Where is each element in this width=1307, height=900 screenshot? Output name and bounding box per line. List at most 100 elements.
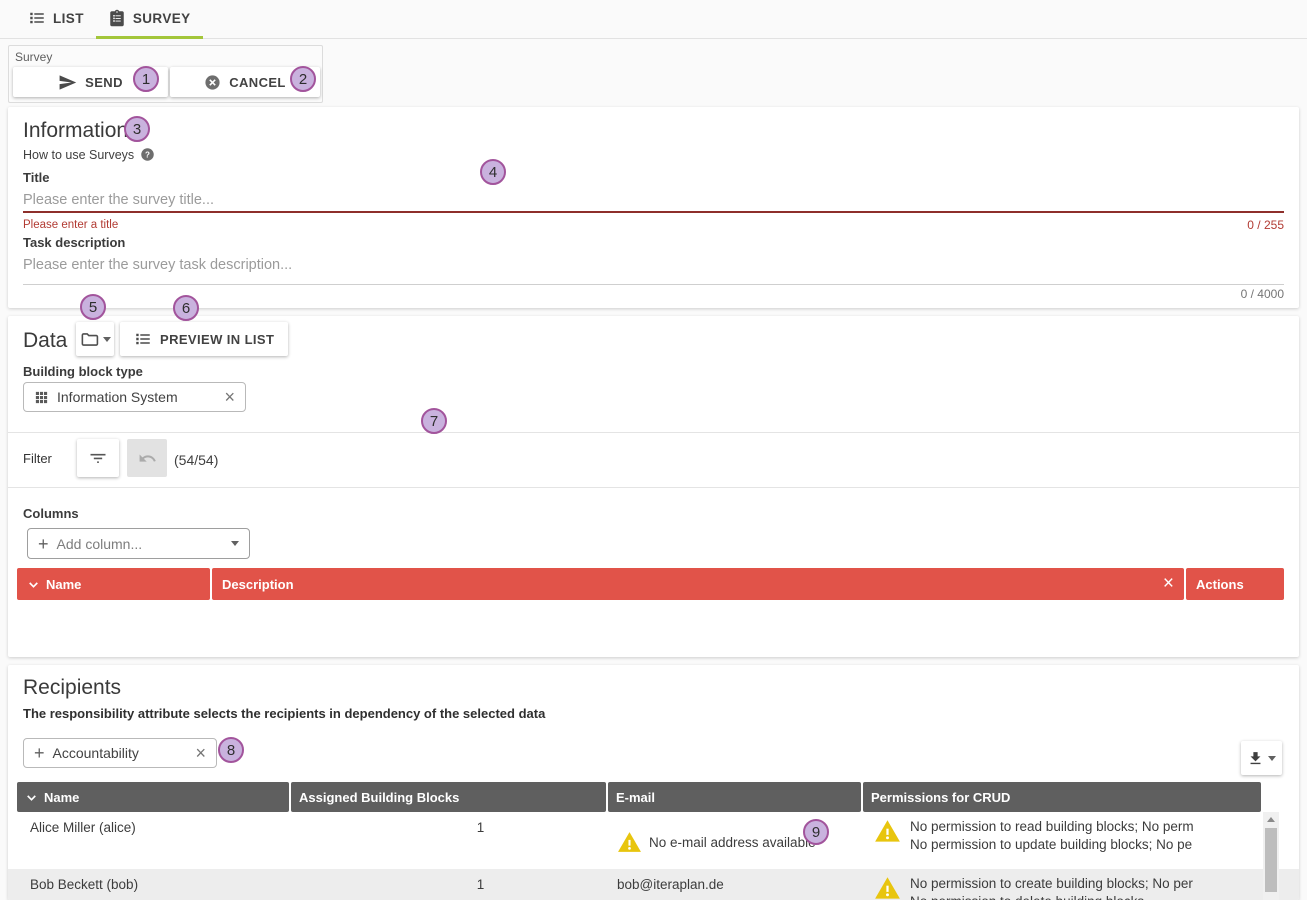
chevron-down-icon bbox=[231, 541, 239, 546]
column-header-assigned-label: Assigned Building Blocks bbox=[299, 790, 459, 805]
recipient-permissions-cell: No permission to read building blocks; N… bbox=[865, 812, 1299, 869]
building-block-type-chip[interactable]: Information System × bbox=[23, 382, 246, 412]
annotation-marker-9: 9 bbox=[803, 819, 829, 845]
recipient-permissions-cell: No permission to create building blocks;… bbox=[865, 869, 1299, 900]
help-link-label[interactable]: How to use Surveys bbox=[23, 148, 134, 162]
filter-icon bbox=[88, 448, 108, 468]
add-column-select[interactable]: + Add column... bbox=[27, 528, 250, 559]
cancel-icon bbox=[204, 74, 221, 91]
warning-icon bbox=[874, 818, 901, 845]
column-header-name[interactable]: Name bbox=[17, 568, 210, 600]
permission-message: No permission to update building blocks;… bbox=[910, 836, 1194, 854]
column-header-name[interactable]: Name bbox=[17, 782, 289, 812]
task-counter: 0 / 4000 bbox=[1241, 287, 1284, 301]
tab-list[interactable]: LIST bbox=[16, 0, 96, 39]
filter-button[interactable] bbox=[77, 439, 119, 477]
column-header-actions[interactable]: Actions bbox=[1186, 568, 1284, 600]
title-error: Please enter a title bbox=[23, 219, 118, 231]
divider bbox=[8, 432, 1299, 433]
table-row[interactable]: Alice Miller (alice) 1 No e-mail address… bbox=[8, 812, 1299, 869]
table-row[interactable]: Bob Beckett (bob) 1 bob@iteraplan.de No … bbox=[8, 869, 1299, 900]
column-header-email-label: E-mail bbox=[616, 790, 655, 805]
annotation-marker-7: 7 bbox=[421, 408, 447, 434]
send-button-label: SEND bbox=[85, 75, 123, 90]
annotation-marker-8: 8 bbox=[218, 737, 244, 763]
column-header-permissions-label: Permissions for CRUD bbox=[871, 790, 1010, 805]
add-column-placeholder: Add column... bbox=[57, 536, 143, 552]
title-input[interactable] bbox=[23, 192, 1023, 208]
recipients-section: Recipients The responsibility attribute … bbox=[8, 665, 1299, 900]
recipient-email-cell: bob@iteraplan.de bbox=[609, 869, 865, 900]
download-caret-icon bbox=[1268, 756, 1276, 761]
download-button[interactable] bbox=[1241, 741, 1282, 775]
folder-caret-icon bbox=[103, 337, 111, 342]
folder-icon bbox=[80, 330, 99, 349]
remove-bbt-icon[interactable]: × bbox=[224, 388, 235, 406]
tab-survey-label: SURVEY bbox=[133, 11, 191, 26]
chevron-down-icon bbox=[25, 791, 38, 804]
recipients-table-header: Name Assigned Building Blocks E-mail Per… bbox=[17, 782, 1261, 812]
column-header-assigned[interactable]: Assigned Building Blocks bbox=[291, 782, 606, 812]
tab-survey[interactable]: SURVEY bbox=[96, 0, 203, 39]
column-header-permissions[interactable]: Permissions for CRUD bbox=[863, 782, 1261, 812]
task-underline bbox=[23, 284, 1284, 285]
building-block-type-value: Information System bbox=[57, 389, 178, 405]
filter-label: Filter bbox=[23, 451, 52, 466]
responsibility-attribute-value: Accountability bbox=[53, 745, 139, 761]
saved-queries-button[interactable] bbox=[76, 322, 114, 356]
list-icon bbox=[134, 330, 152, 348]
recipient-name: Bob Beckett (bob) bbox=[8, 869, 292, 900]
survey-page: LIST SURVEY Survey SEND CANCEL Informati… bbox=[0, 0, 1307, 900]
permission-message: No permission to delete building blocks bbox=[910, 893, 1193, 900]
scroll-up-icon[interactable] bbox=[1267, 817, 1275, 822]
warning-icon bbox=[617, 830, 642, 855]
information-heading: Information bbox=[23, 119, 128, 143]
recipient-email: No e-mail address available bbox=[649, 835, 816, 850]
preview-in-list-label: PREVIEW IN LIST bbox=[160, 332, 274, 347]
remove-attribute-icon[interactable]: × bbox=[195, 744, 206, 762]
annotation-marker-1: 1 bbox=[133, 66, 159, 92]
send-icon bbox=[58, 73, 77, 92]
help-icon[interactable]: ? bbox=[140, 147, 155, 162]
tab-bar: LIST SURVEY bbox=[0, 0, 1307, 39]
scrollbar-thumb[interactable] bbox=[1265, 828, 1277, 892]
recipients-subtitle: The responsibility attribute selects the… bbox=[23, 706, 545, 721]
recipient-assigned-count: 1 bbox=[292, 869, 609, 900]
building-block-type-label: Building block type bbox=[23, 364, 143, 379]
filter-count: (54/54) bbox=[174, 452, 218, 468]
clipboard-icon bbox=[108, 9, 126, 27]
permission-message: No permission to read building blocks; N… bbox=[910, 818, 1194, 836]
information-section: Information How to use Surveys ? Title P… bbox=[8, 107, 1299, 308]
column-header-actions-label: Actions bbox=[1196, 577, 1244, 592]
column-header-description[interactable]: Description × bbox=[212, 568, 1184, 600]
task-description-label: Task description bbox=[23, 235, 125, 250]
help-row: How to use Surveys ? bbox=[23, 147, 155, 162]
reset-filter-button[interactable] bbox=[127, 439, 167, 477]
svg-text:?: ? bbox=[145, 150, 150, 159]
columns-label: Columns bbox=[23, 506, 79, 521]
annotation-marker-2: 2 bbox=[290, 66, 316, 92]
column-header-name-label: Name bbox=[44, 790, 79, 805]
title-counter: 0 / 255 bbox=[1247, 218, 1284, 232]
data-table-header: Name Description × Actions bbox=[17, 568, 1284, 600]
column-header-email[interactable]: E-mail bbox=[608, 782, 861, 812]
data-section: Data PREVIEW IN LIST Building block type… bbox=[8, 316, 1299, 657]
table-scrollbar[interactable] bbox=[1263, 812, 1279, 900]
responsibility-attribute-chip[interactable]: + Accountability × bbox=[23, 738, 217, 768]
plus-icon: + bbox=[38, 535, 49, 553]
permission-messages: No permission to read building blocks; N… bbox=[910, 818, 1194, 854]
cancel-button-label: CANCEL bbox=[229, 75, 286, 90]
remove-column-icon[interactable]: × bbox=[1163, 573, 1174, 595]
chevron-down-icon bbox=[27, 578, 40, 591]
task-description-input[interactable] bbox=[23, 257, 1023, 273]
title-underline bbox=[23, 211, 1284, 213]
annotation-marker-5: 5 bbox=[80, 294, 106, 320]
annotation-marker-6: 6 bbox=[173, 295, 199, 321]
column-header-description-label: Description bbox=[222, 577, 294, 592]
data-heading: Data bbox=[23, 329, 67, 353]
title-label: Title bbox=[23, 170, 50, 185]
recipient-email-cell: No e-mail address available bbox=[609, 812, 865, 869]
divider bbox=[8, 487, 1299, 488]
preview-in-list-button[interactable]: PREVIEW IN LIST bbox=[120, 322, 288, 356]
undo-icon bbox=[138, 449, 157, 468]
